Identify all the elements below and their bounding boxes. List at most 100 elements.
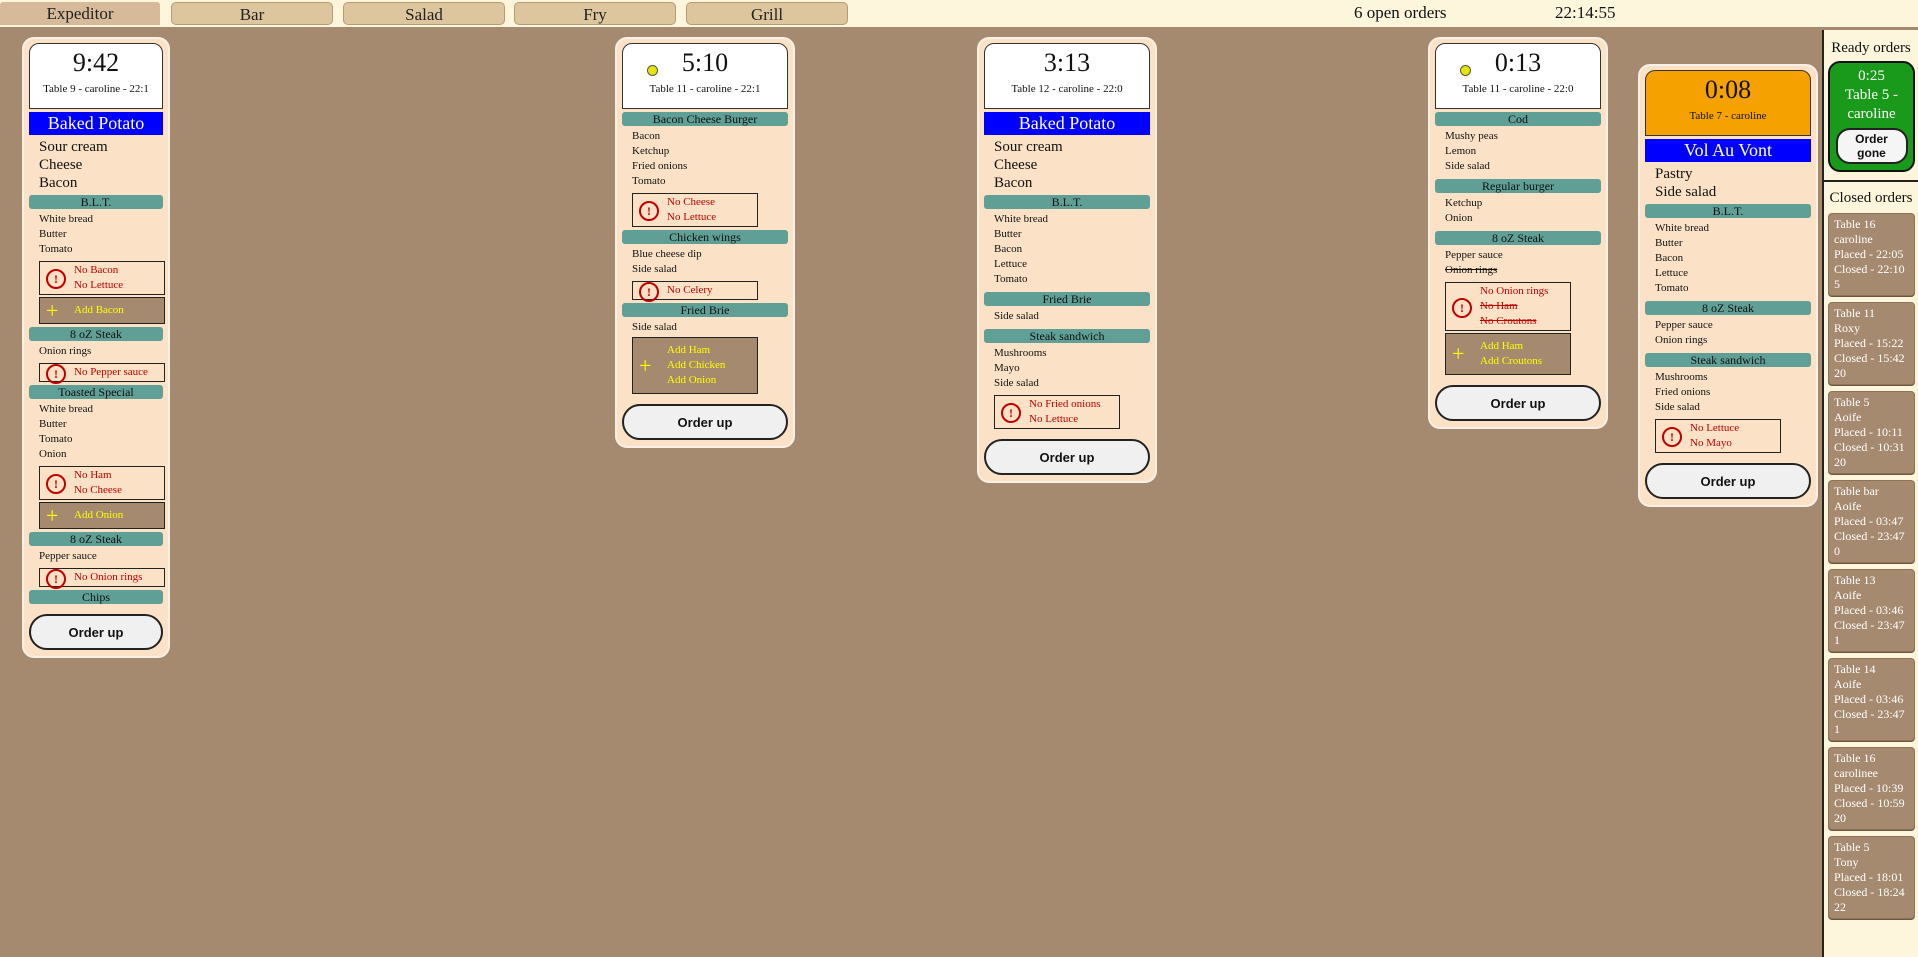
closed-order-table: Table 5 xyxy=(1834,840,1870,854)
item-modifiers: White bread Butter Bacon Lettuce Tomato xyxy=(984,209,1150,289)
modifier: Ketchup xyxy=(632,145,670,157)
removal-notice: ! No Celery xyxy=(632,281,758,302)
modifier-removed: Onion rings xyxy=(1445,264,1498,276)
modifier: Lettuce xyxy=(994,258,1027,270)
addition-line: Add Onion xyxy=(74,509,124,521)
tab-grill[interactable]: Grill xyxy=(686,2,848,25)
order-up-button[interactable]: Order up xyxy=(622,404,788,440)
item-header: Steak sandwich xyxy=(984,329,1150,343)
order-up-button[interactable]: Order up xyxy=(1645,463,1811,499)
item-header: 8 oZ Steak xyxy=(29,532,163,546)
order-up-button[interactable]: Order up xyxy=(984,439,1150,475)
removal-notice: ! No Ham No Cheese xyxy=(39,466,165,500)
removal-notice: ! No Lettuce No Mayo xyxy=(1655,419,1781,453)
closed-order-card[interactable]: Table 13 Aoife Placed - 03:46 Closed - 2… xyxy=(1828,569,1915,652)
modifier: Onion xyxy=(1445,212,1473,224)
closed-order-table: Table bar xyxy=(1834,484,1879,498)
tab-fry[interactable]: Fry xyxy=(514,2,676,25)
item-header: Fried Brie xyxy=(622,303,788,317)
alert-icon: ! xyxy=(1452,297,1472,318)
order-timer: 0:08 xyxy=(1704,75,1752,104)
closed-order-count: 1 xyxy=(1834,722,1840,736)
tab-bar[interactable]: Bar xyxy=(171,2,333,25)
main-item-modifiers: Sour cream Cheese Bacon xyxy=(984,135,1150,192)
closed-order-server: Aoife xyxy=(1834,588,1862,602)
order-header: 3:13 Table 12 - caroline - 22:0 xyxy=(984,43,1150,109)
addition-line: Add Bacon xyxy=(74,304,124,316)
item-modifiers: White bread Butter Tomato Onion xyxy=(29,399,163,464)
order-table-info: Table 9 - caroline - 22:1 xyxy=(43,83,149,95)
removal-notice: ! No Onion rings xyxy=(39,568,165,589)
item-modifiers: Side salad xyxy=(984,306,1150,326)
removal-notice: ! No Onion rings No Ham No Croutons xyxy=(1445,282,1571,331)
order-card: 0:08 Table 7 - caroline Vol Au Vont Past… xyxy=(1638,64,1818,507)
closed-order-card[interactable]: Table 16 caroline Placed - 22:05 Closed … xyxy=(1828,213,1915,296)
order-card: 5:10 Table 11 - caroline - 22:1 Bacon Ch… xyxy=(615,37,795,448)
modifier: Side salad xyxy=(1445,160,1490,172)
item-header: Steak sandwich xyxy=(1645,353,1811,367)
item-header: Cod xyxy=(1435,112,1601,126)
item-header: Chicken wings xyxy=(622,230,788,244)
order-table-info: Table 11 - caroline - 22:1 xyxy=(649,83,761,95)
modifier: Bacon xyxy=(994,175,1033,191)
removal-line: No Cheese xyxy=(74,484,122,496)
closed-order-count: 1 xyxy=(1834,633,1840,647)
removal-notice: ! No Pepper sauce xyxy=(39,363,165,384)
item-header: Bacon Cheese Burger xyxy=(622,112,788,126)
addition-notice: + Add Ham Add Croutons xyxy=(1445,333,1571,375)
closed-order-card[interactable]: Table 16 carolinee Placed - 10:39 Closed… xyxy=(1828,747,1915,830)
closed-order-card[interactable]: Table 5 Tony Placed - 18:01 Closed - 18:… xyxy=(1828,836,1915,919)
item-header: Regular burger xyxy=(1435,179,1601,193)
removal-line: No Fried onions xyxy=(1029,398,1101,410)
closed-order-card[interactable]: Table 11 Roxy Placed - 15:22 Closed - 15… xyxy=(1828,302,1915,385)
modifier: Pepper sauce xyxy=(1445,249,1503,261)
item-header: 8 oZ Steak xyxy=(1645,301,1811,315)
closed-order-placed: Placed - 03:46 xyxy=(1834,603,1904,617)
item-header: Toasted Special xyxy=(29,385,163,399)
removal-line: No Mayo xyxy=(1690,437,1732,449)
closed-order-card[interactable]: Table 14 Aoife Placed - 03:46 Closed - 2… xyxy=(1828,658,1915,741)
modifier: Pepper sauce xyxy=(39,550,97,562)
plus-icon: + xyxy=(46,502,59,528)
removal-line: No Lettuce xyxy=(1690,422,1740,434)
closed-order-placed: Placed - 10:11 xyxy=(1834,425,1903,439)
order-header: 5:10 Table 11 - caroline - 22:1 xyxy=(622,43,788,109)
ready-order-card: 0:25 Table 5 - caroline Order gone xyxy=(1828,61,1915,172)
closed-order-closed: Closed - 22:10 xyxy=(1834,262,1905,276)
item-modifiers: Side salad xyxy=(622,317,788,337)
closed-order-count: 20 xyxy=(1834,366,1846,380)
order-table-info: Table 7 - caroline xyxy=(1689,110,1767,122)
closed-order-card[interactable]: Table 5 Aoife Placed - 10:11 Closed - 10… xyxy=(1828,391,1915,474)
closed-order-table: Table 16 xyxy=(1834,751,1876,765)
closed-order-card[interactable]: Table bar Aoife Placed - 03:47 Closed - … xyxy=(1828,480,1915,563)
item-modifiers: Onion rings xyxy=(29,341,163,361)
tab-expeditor[interactable]: Expeditor xyxy=(0,2,160,25)
order-table-info: Table 11 - caroline - 22:0 xyxy=(1462,83,1574,95)
order-up-button[interactable]: Order up xyxy=(29,614,163,650)
main-item: Baked Potato xyxy=(984,112,1150,135)
modifier: Onion rings xyxy=(39,345,92,357)
tab-salad[interactable]: Salad xyxy=(343,2,505,25)
item-modifiers: Mushrooms Mayo Side salad xyxy=(984,343,1150,393)
closed-order-table: Table 14 xyxy=(1834,662,1876,676)
status-dot-icon xyxy=(1460,65,1471,76)
ready-order-server: caroline xyxy=(1847,106,1896,122)
modifier: White bread xyxy=(1655,222,1710,234)
order-gone-button[interactable]: Order gone xyxy=(1835,128,1908,164)
closed-order-count: 0 xyxy=(1834,544,1840,558)
closed-order-placed: Placed - 03:46 xyxy=(1834,692,1904,706)
ready-order-table: Table 5 - xyxy=(1844,87,1899,103)
addition-notice: + Add Bacon xyxy=(39,297,165,324)
addition-notice: + Add Ham Add Chicken Add Onion xyxy=(632,337,758,394)
modifier: Mayo xyxy=(994,362,1020,374)
order-up-button[interactable]: Order up xyxy=(1435,385,1601,421)
modifier: Bacon xyxy=(994,243,1023,255)
closed-order-server: carolinee xyxy=(1834,766,1878,780)
closed-order-server: Aoife xyxy=(1834,410,1862,424)
closed-order-count: 20 xyxy=(1834,811,1846,825)
order-header: 9:42 Table 9 - caroline - 22:1 xyxy=(29,43,163,109)
alert-icon: ! xyxy=(46,568,66,589)
closed-order-placed: Placed - 10:39 xyxy=(1834,781,1904,795)
modifier: Tomato xyxy=(39,433,73,445)
order-card: 3:13 Table 12 - caroline - 22:0 Baked Po… xyxy=(977,37,1157,483)
